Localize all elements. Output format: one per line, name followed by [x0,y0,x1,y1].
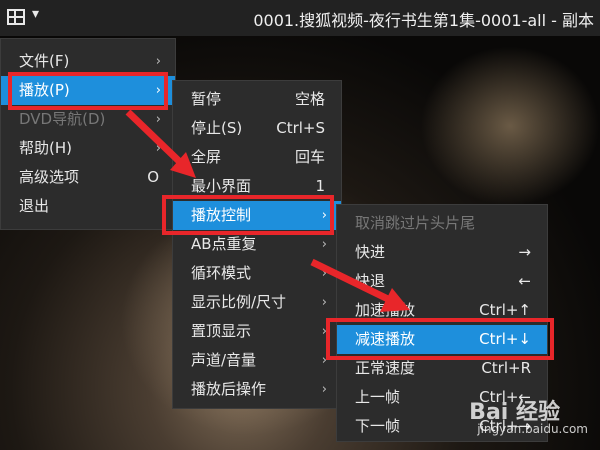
annotation-arrow-1 [125,109,185,167]
annotation-arrow-2 [310,258,392,304]
baidu-watermark: Bai 经验 jingyan.baidu.com [442,394,592,444]
watermark-url: jingyan.baidu.com [477,422,588,436]
annotation-arrows [125,109,410,312]
